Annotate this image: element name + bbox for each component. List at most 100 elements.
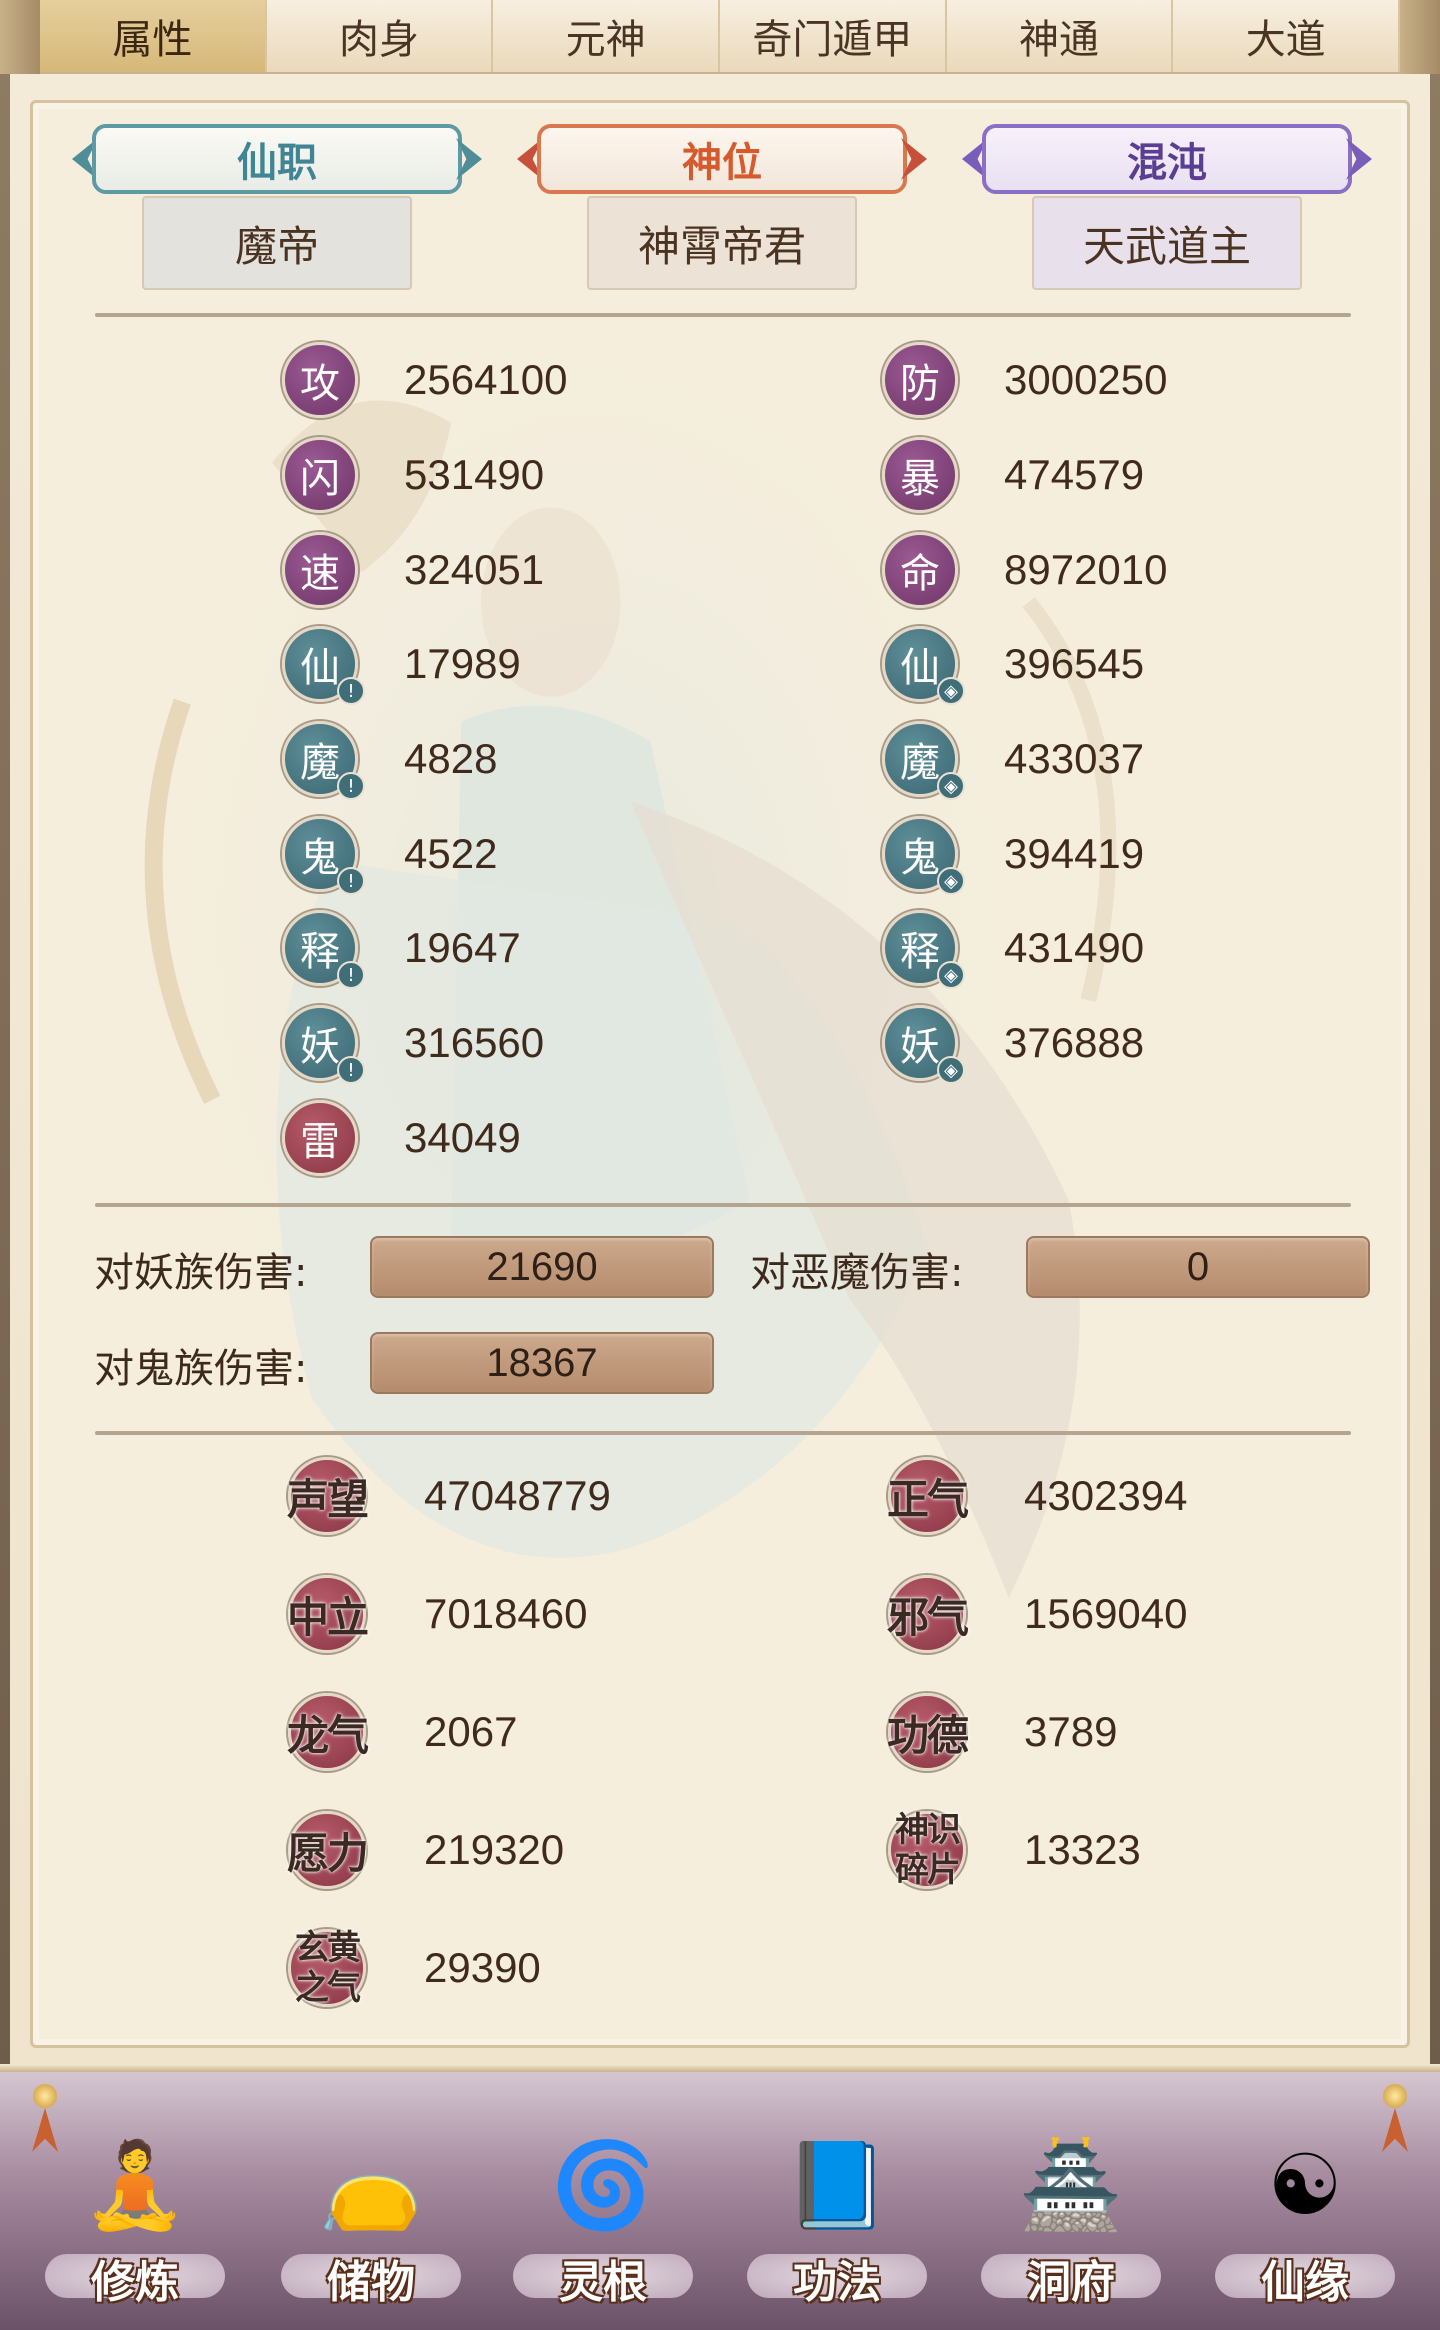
tab-great-dao[interactable]: 大道 bbox=[1173, 0, 1401, 72]
nav-spirit-root[interactable]: 🌀 灵根 bbox=[508, 2110, 698, 2320]
stat-row: 攻 2564100 bbox=[282, 338, 568, 422]
stat-row: 闪 531490 bbox=[282, 433, 544, 517]
repute-value: 13323 bbox=[1024, 1826, 1141, 1873]
badge-chaos[interactable]: 混沌 天武道主 bbox=[962, 124, 1372, 294]
character-attributes-screen: 属性 肉身 元神 奇门遁甲 神通 大道 仙职 魔帝 神位 神霄帝君 混沌 天武道… bbox=[0, 0, 1440, 2330]
tab-attributes[interactable]: 属性 bbox=[40, 0, 267, 72]
stat-row: 鬼 ◈ 394419 bbox=[882, 812, 1144, 896]
shield-icon: ◈ bbox=[937, 677, 965, 705]
stat-row: 仙! 17989 bbox=[282, 622, 521, 706]
merit-icon: 功德 bbox=[884, 1689, 970, 1775]
stat-row: 妖! 316560 bbox=[282, 1001, 544, 1085]
wish-power-icon: 愿力 bbox=[284, 1807, 370, 1893]
repute-value: 3789 bbox=[1024, 1708, 1118, 1755]
nav-cave-abode[interactable]: 🏯 洞府 bbox=[976, 2110, 1166, 2320]
reputation-icon: 声望 bbox=[284, 1453, 370, 1539]
stat-value: 531490 bbox=[404, 451, 545, 498]
stat-value: 3000250 bbox=[1004, 356, 1168, 403]
vs-evil-label: 对恶魔伤害: bbox=[750, 1250, 964, 1296]
gourd-icon: ☯ bbox=[1267, 2136, 1343, 2234]
stat-row: 暴 474579 bbox=[882, 433, 1144, 517]
nav-label: 修炼 bbox=[91, 2257, 179, 2308]
buddha-attack-icon: 释! bbox=[282, 910, 365, 989]
shield-icon: ◈ bbox=[937, 772, 965, 800]
badge-divine-position[interactable]: 神位 神霄帝君 bbox=[517, 124, 927, 294]
speed-icon: 速 bbox=[282, 532, 358, 608]
stat-row: 释 ◈ 431490 bbox=[882, 906, 1144, 990]
stat-row: 速 324051 bbox=[282, 528, 544, 612]
xuanhuang-qi-icon: 玄黄之气 bbox=[284, 1925, 370, 2011]
neutral-icon: 中立 bbox=[284, 1571, 370, 1657]
stat-value: 316560 bbox=[404, 1019, 545, 1066]
stat-value: 474579 bbox=[1004, 451, 1145, 498]
treasure-bag-icon: 👝 bbox=[318, 2135, 424, 2234]
nav-cultivation[interactable]: 🧘 修炼 bbox=[40, 2110, 230, 2320]
spirit-root-orb-icon: 🌀 bbox=[550, 2135, 656, 2234]
righteous-qi-icon: 正气 bbox=[884, 1453, 970, 1539]
meditating-monk-icon: 🧘 bbox=[82, 2135, 188, 2234]
stat-value: 394419 bbox=[1004, 830, 1145, 877]
stat-value: 8972010 bbox=[1004, 546, 1168, 593]
tab-body[interactable]: 肉身 bbox=[267, 0, 494, 72]
thunder-icon: 雷 bbox=[282, 1100, 358, 1176]
stat-row: 魔 ◈ 433037 bbox=[882, 717, 1144, 801]
stat-value: 4828 bbox=[404, 735, 498, 782]
repute-value: 2067 bbox=[424, 1708, 518, 1755]
nav-techniques[interactable]: 📘 功法 bbox=[742, 2110, 932, 2320]
repute-value: 4302394 bbox=[1024, 1472, 1188, 1519]
defense-icon: 防 bbox=[882, 342, 958, 418]
stat-value: 376888 bbox=[1004, 1019, 1145, 1066]
stat-value: 324051 bbox=[404, 546, 545, 593]
health-icon: 命 bbox=[882, 532, 958, 608]
demon-defense-icon: 魔 ◈ bbox=[882, 721, 965, 800]
exclamation-icon: ! bbox=[337, 1056, 365, 1084]
scripture-book-icon: 📘 bbox=[784, 2135, 890, 2234]
exclamation-icon: ! bbox=[337, 677, 365, 705]
repute-row: 正气 4302394 bbox=[884, 1446, 1188, 1546]
divine-position-title: 神位 bbox=[537, 124, 907, 194]
repute-row: 中立 7018460 bbox=[284, 1564, 588, 1664]
tab-divine-powers[interactable]: 神通 bbox=[947, 0, 1174, 72]
stat-row: 防 3000250 bbox=[882, 338, 1168, 422]
ghost-defense-icon: 鬼 ◈ bbox=[882, 816, 965, 895]
immortal-attack-icon: 仙! bbox=[282, 626, 365, 705]
tab-bar-left-edge bbox=[0, 0, 40, 74]
character-portrait-watermark bbox=[72, 283, 1117, 1718]
demon-attack-icon: 魔! bbox=[282, 721, 365, 800]
vs-ghost-label: 对鬼族伤害: bbox=[94, 1346, 308, 1392]
stat-value: 17989 bbox=[404, 640, 521, 687]
immortal-rank-value: 魔帝 bbox=[142, 196, 412, 290]
repute-row: 神识碎片 13323 bbox=[884, 1800, 1141, 1900]
shield-icon: ◈ bbox=[937, 867, 965, 895]
attack-icon: 攻 bbox=[282, 342, 358, 418]
cave-palace-icon: 🏯 bbox=[1018, 2135, 1124, 2234]
nav-immortal-fate[interactable]: ☯ 仙缘 bbox=[1210, 2110, 1400, 2320]
stat-row: 仙 ◈ 396545 bbox=[882, 622, 1144, 706]
vs-evil-value: 0 bbox=[1026, 1236, 1370, 1298]
vs-demon-race-value: 21690 bbox=[370, 1236, 714, 1298]
shield-icon: ◈ bbox=[937, 961, 965, 989]
monster-defense-icon: 妖 ◈ bbox=[882, 1005, 965, 1084]
evil-qi-icon: 邪气 bbox=[884, 1571, 970, 1657]
critical-icon: 暴 bbox=[882, 437, 958, 513]
stat-row: 魔! 4828 bbox=[282, 717, 497, 801]
divine-sense-fragment-icon: 神识碎片 bbox=[884, 1807, 970, 1893]
left-frame-rail bbox=[0, 74, 10, 2064]
tab-primordial-spirit[interactable]: 元神 bbox=[493, 0, 721, 72]
repute-row: 功德 3789 bbox=[884, 1682, 1117, 1782]
nav-label: 功法 bbox=[793, 2257, 881, 2308]
exclamation-icon: ! bbox=[337, 961, 365, 989]
dodge-icon: 闪 bbox=[282, 437, 358, 513]
vs-demon-race-label: 对妖族伤害: bbox=[94, 1250, 308, 1296]
stat-row: 雷 34049 bbox=[282, 1096, 521, 1180]
repute-value: 1569040 bbox=[1024, 1590, 1188, 1637]
repute-row: 龙气 2067 bbox=[284, 1682, 517, 1782]
stat-row: 命 8972010 bbox=[882, 528, 1168, 612]
badge-immortal-rank[interactable]: 仙职 魔帝 bbox=[72, 124, 482, 294]
stat-value: 431490 bbox=[1004, 924, 1145, 971]
repute-row: 声望 47048779 bbox=[284, 1446, 611, 1546]
nav-storage[interactable]: 👝 储物 bbox=[276, 2110, 466, 2320]
stat-value: 433037 bbox=[1004, 735, 1145, 782]
tab-qimen-dunjia[interactable]: 奇门遁甲 bbox=[720, 0, 947, 72]
ghost-attack-icon: 鬼! bbox=[282, 816, 365, 895]
